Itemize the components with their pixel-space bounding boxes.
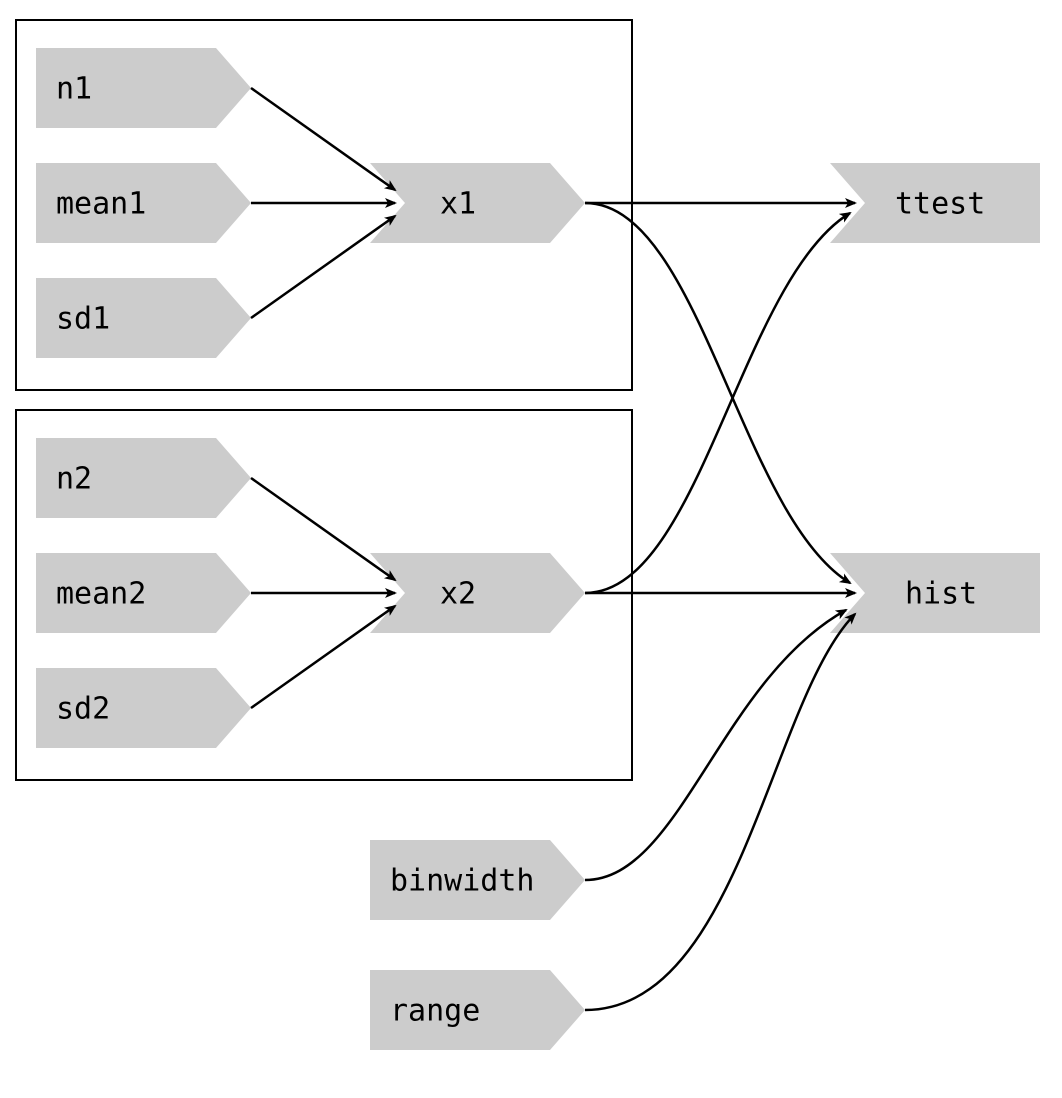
edge-x1-hist bbox=[585, 203, 850, 583]
edge-x2-ttest bbox=[585, 213, 850, 593]
node-mean1-label: mean1 bbox=[56, 187, 146, 222]
node-mean2: mean2 bbox=[36, 553, 251, 633]
edge-binwidth-hist bbox=[585, 610, 846, 880]
node-sd1-label: sd1 bbox=[56, 302, 110, 337]
node-hist-label: hist bbox=[905, 577, 977, 612]
node-ttest-label: ttest bbox=[895, 187, 985, 222]
node-n2-label: n2 bbox=[56, 462, 92, 497]
edge-sd2-x2 bbox=[251, 606, 395, 708]
node-sd2: sd2 bbox=[36, 668, 251, 748]
node-sd2-label: sd2 bbox=[56, 692, 110, 727]
node-range-label: range bbox=[390, 994, 480, 1029]
node-n1-label: n1 bbox=[56, 72, 92, 107]
node-binwidth-label: binwidth bbox=[390, 864, 535, 899]
node-x1: x1 bbox=[370, 163, 585, 243]
edge-sd1-x1 bbox=[251, 216, 395, 318]
node-hist: hist bbox=[830, 553, 1040, 633]
node-mean2-label: mean2 bbox=[56, 577, 146, 612]
edge-range-hist bbox=[585, 614, 855, 1010]
edge-n1-x1 bbox=[251, 88, 395, 190]
node-sd1: sd1 bbox=[36, 278, 251, 358]
dependency-diagram: n1 mean1 sd1 x1 n2 mean2 sd2 x2 binwidth… bbox=[0, 0, 1062, 1098]
node-x2: x2 bbox=[370, 553, 585, 633]
node-n2: n2 bbox=[36, 438, 251, 518]
node-n1: n1 bbox=[36, 48, 251, 128]
node-mean1: mean1 bbox=[36, 163, 251, 243]
node-binwidth: binwidth bbox=[370, 840, 585, 920]
node-range: range bbox=[370, 970, 585, 1050]
edge-n2-x2 bbox=[251, 478, 395, 580]
node-ttest: ttest bbox=[830, 163, 1040, 243]
node-x1-label: x1 bbox=[440, 187, 476, 222]
node-x2-label: x2 bbox=[440, 577, 476, 612]
